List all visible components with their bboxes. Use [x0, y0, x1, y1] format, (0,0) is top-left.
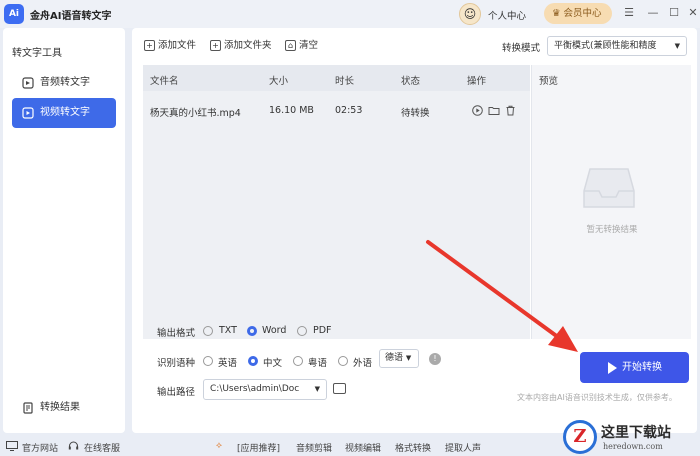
clear-button[interactable]: ⌂ 清空 [285, 39, 318, 53]
minimize-icon[interactable]: — [646, 5, 660, 21]
file-status: 待转换 [401, 108, 430, 119]
mode-select[interactable]: 平衡模式(兼顾性能和精度 ▼ [547, 36, 687, 56]
link-extract-vocals[interactable]: 提取人声 [445, 441, 481, 454]
website-icon [6, 441, 18, 451]
watermark-logo: Z [563, 420, 597, 454]
foreign-lang-select[interactable]: 德语 ▼ [379, 349, 419, 368]
output-path-select[interactable]: C:\Users\admin\Doc ▼ [203, 379, 327, 400]
add-file-label: 添加文件 [158, 40, 197, 51]
recommend-label: [应用推荐] [237, 444, 281, 454]
link-format-convert[interactable]: 格式转换 [395, 441, 431, 454]
sidebar-item-audio[interactable]: 音频转文字 [12, 68, 116, 98]
link-video-edit[interactable]: 视频编辑 [345, 441, 381, 454]
format-radio-txt[interactable] [203, 326, 213, 336]
maximize-icon[interactable]: ☐ [667, 5, 681, 21]
sidebar-item-results[interactable]: 转换结果 [12, 393, 116, 423]
file-duration: 02:53 [335, 105, 363, 116]
format-label: 输出格式 [157, 328, 196, 339]
play-icon [608, 362, 617, 374]
sidebar-section-title: 转文字工具 [12, 48, 62, 59]
header-duration: 时长 [335, 76, 355, 87]
preview-title: 预览 [539, 76, 559, 87]
sidebar: 转文字工具 音频转文字 视频转文字 转换结果 [3, 28, 125, 433]
delete-icon[interactable] [505, 105, 516, 116]
lang-text-chinese: 中文 [263, 358, 283, 369]
preview-panel: 预览 暂无转换结果 [531, 65, 691, 339]
support-link[interactable]: 在线客服 [84, 441, 120, 454]
sidebar-item-video[interactable]: 视频转文字 [12, 98, 116, 128]
info-icon[interactable]: ! [429, 353, 441, 365]
start-convert-label: 开始转换 [622, 362, 662, 373]
video-icon [22, 107, 34, 119]
main-panel: + 添加文件 + 添加文件夹 ⌂ 清空 转换模式 平衡模式(兼顾性能和精度 ▼ 文件名 … [132, 28, 697, 433]
chevron-down-icon: ▼ [405, 354, 412, 362]
vip-center-button[interactable]: ♛ 会员中心 [544, 3, 612, 24]
mode-select-value: 平衡模式(兼顾性能和精度 [554, 41, 657, 51]
sidebar-item-label: 视频转文字 [40, 107, 90, 118]
audio-icon [22, 77, 34, 89]
file-table: 文件名 大小 时长 状态 操作 杨天真的小红书.mp4 16.10 MB 02:… [143, 65, 530, 339]
watermark: Z 这里下载站 heredown.com [563, 416, 700, 456]
format-text-pdf: PDF [313, 325, 332, 336]
foreign-lang-value: 德语 [385, 353, 404, 363]
website-link[interactable]: 官方网站 [22, 441, 58, 454]
add-folder-button[interactable]: + 添加文件夹 [210, 39, 272, 53]
app-title: 金舟AI语音转文字 [30, 11, 112, 22]
trash-icon: ⌂ [285, 40, 296, 51]
folder-icon[interactable] [488, 105, 500, 116]
play-icon[interactable] [472, 105, 483, 116]
crown-icon: ♛ [552, 8, 561, 19]
close-icon[interactable]: ✕ [686, 5, 700, 21]
headset-icon [68, 441, 79, 450]
menu-icon[interactable]: ☰ [622, 5, 636, 21]
output-path-value: C:\Users\admin\Doc [210, 384, 300, 394]
title-bar: Ai 金舟AI语音转文字 ☺ 个人中心 ♛ 会员中心 ☰ — ☐ ✕ [0, 0, 700, 28]
add-file-icon: + [144, 40, 155, 51]
add-folder-label: 添加文件夹 [224, 40, 272, 51]
lang-radio-english[interactable] [203, 356, 213, 366]
empty-preview-text: 暂无转换结果 [586, 225, 638, 235]
link-audio-edit[interactable]: 音频剪辑 [296, 441, 332, 454]
start-convert-button[interactable]: 开始转换 [580, 352, 689, 383]
file-size: 16.10 MB [269, 105, 314, 116]
lang-radio-chinese[interactable] [248, 356, 258, 366]
table-row[interactable]: 杨天真的小红书.mp4 16.10 MB 02:53 待转换 [143, 97, 530, 125]
recommend-icon: ⟡ [216, 441, 222, 451]
format-text-txt: TXT [219, 325, 237, 336]
personal-center-link[interactable]: 个人中心 [488, 8, 526, 22]
sidebar-item-label: 音频转文字 [40, 77, 90, 88]
header-filename: 文件名 [150, 76, 179, 87]
chevron-down-icon: ▼ [314, 380, 320, 399]
format-radio-word[interactable] [247, 326, 257, 336]
chevron-down-icon: ▼ [674, 42, 680, 50]
vip-center-label: 会员中心 [563, 8, 602, 19]
file-name: 杨天真的小红书.mp4 [150, 108, 241, 119]
watermark-site: heredown.com [603, 442, 663, 451]
add-file-button[interactable]: + 添加文件 [144, 39, 196, 53]
lang-text-cantonese: 粤语 [308, 358, 328, 369]
results-icon [23, 402, 33, 414]
header-actions: 操作 [467, 76, 487, 87]
path-label: 输出路径 [157, 387, 196, 398]
header-size: 大小 [269, 76, 289, 87]
user-avatar-icon[interactable]: ☺ [459, 3, 481, 25]
lang-radio-cantonese[interactable] [293, 356, 303, 366]
open-folder-icon[interactable] [333, 383, 346, 394]
lang-text-foreign: 外语 [353, 358, 373, 369]
mode-label: 转换模式 [502, 43, 541, 54]
empty-tray-icon [583, 168, 635, 208]
lang-label: 识别语种 [157, 358, 196, 369]
sidebar-item-label: 转换结果 [40, 402, 80, 413]
lang-text-english: 英语 [218, 358, 238, 369]
format-text-word: Word [262, 325, 287, 336]
watermark-title: 这里下载站 [601, 425, 671, 441]
lang-radio-foreign[interactable] [338, 356, 348, 366]
header-status: 状态 [401, 76, 421, 87]
app-logo: Ai [4, 4, 24, 24]
clear-label: 清空 [299, 40, 319, 51]
add-folder-icon: + [210, 40, 221, 51]
format-radio-pdf[interactable] [297, 326, 307, 336]
table-header: 文件名 大小 时长 状态 操作 [143, 65, 530, 91]
ai-disclaimer: 文本内容由AI语音识别技术生成，仅供参考。 [517, 393, 677, 402]
